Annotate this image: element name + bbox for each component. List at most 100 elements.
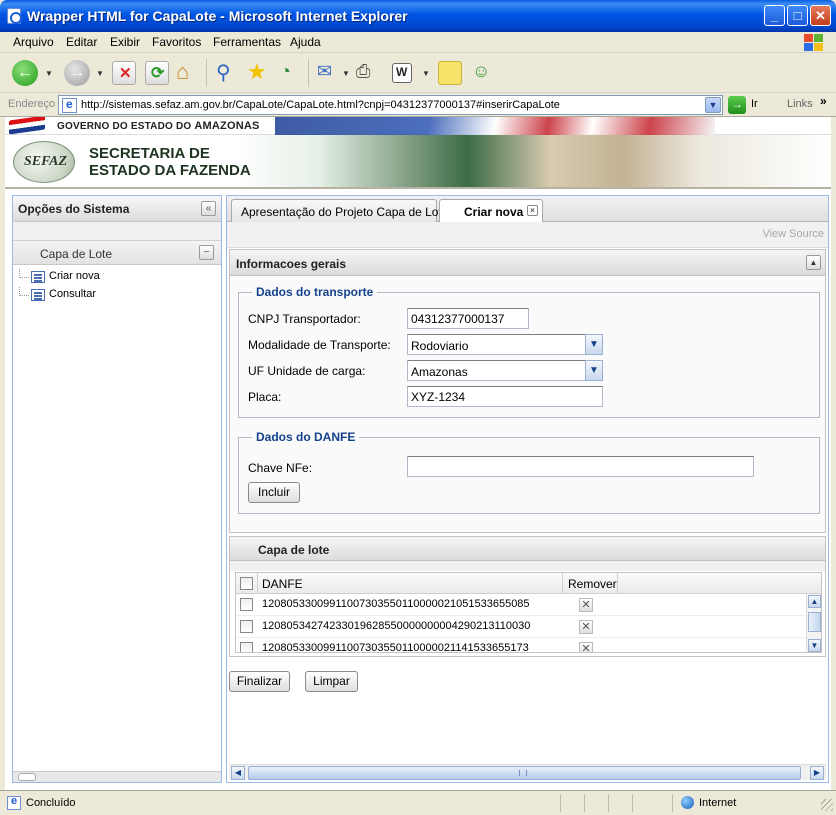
limpar-button[interactable]: Limpar xyxy=(305,671,358,692)
chevron-down-icon[interactable]: ▼ xyxy=(585,334,603,355)
edit-icon[interactable]: W xyxy=(392,63,412,83)
menu-ferramentas[interactable]: Ferramentas xyxy=(213,35,281,49)
table-row[interactable]: 1208053300991100730355011000002114153365… xyxy=(236,638,806,652)
sefaz-banner: SEFAZ SECRETARIA DE ESTADO DA FAZENDA xyxy=(5,135,831,189)
address-label: Endereço xyxy=(8,98,56,110)
remove-icon[interactable]: ✕ xyxy=(579,642,593,652)
panel-title: Informacoes gerais xyxy=(236,257,347,271)
forward-dropdown-icon[interactable]: ▼ xyxy=(96,69,104,78)
print-icon[interactable]: ⎙ xyxy=(355,61,379,85)
menu-exibir[interactable]: Exibir xyxy=(110,35,140,49)
menu-favoritos[interactable]: Favoritos xyxy=(152,35,201,49)
notes-icon[interactable] xyxy=(438,61,462,85)
links-label[interactable]: Links xyxy=(787,98,813,110)
scroll-right-icon[interactable]: ▶ xyxy=(810,766,824,780)
search-icon[interactable]: ⚲ xyxy=(214,61,238,85)
government-banner: GOVERNO DO ESTADO DO AMAZONAS xyxy=(5,117,831,135)
back-icon[interactable]: ← xyxy=(12,60,38,86)
title-bar: Wrapper HTML for CapaLote - Microsoft In… xyxy=(0,0,836,32)
tab-criar-nova[interactable]: Criar nova × xyxy=(439,199,543,223)
row-checkbox[interactable] xyxy=(240,598,253,611)
incluir-button[interactable]: Incluir xyxy=(248,482,300,503)
mail-icon[interactable]: ✉ xyxy=(316,61,340,85)
collapse-panel-icon[interactable]: ▲ xyxy=(806,255,821,270)
forward-icon[interactable]: → xyxy=(64,60,90,86)
finalizar-button[interactable]: Finalizar xyxy=(229,671,290,692)
page-status-icon xyxy=(7,795,21,810)
address-dropdown-icon[interactable]: ▼ xyxy=(705,97,721,113)
danfe-column-header[interactable]: DANFE xyxy=(258,573,563,594)
remover-column-header[interactable]: Remover xyxy=(563,573,618,594)
menu-bar: Arquivo Editar Exibir Favoritos Ferramen… xyxy=(0,32,836,53)
placa-input[interactable] xyxy=(407,386,603,407)
window-title: Wrapper HTML for CapaLote - Microsoft In… xyxy=(27,8,408,24)
table-row[interactable]: 1208053427423301962855000000000429021311… xyxy=(236,616,806,638)
address-field[interactable]: http://sistemas.sefaz.am.gov.br/CapaLote… xyxy=(58,95,723,115)
stop-icon[interactable]: ✕ xyxy=(112,61,136,85)
chevron-right-icon[interactable]: » xyxy=(820,94,827,108)
back-dropdown-icon[interactable]: ▼ xyxy=(45,69,53,78)
go-button[interactable]: Ir xyxy=(751,98,758,110)
view-source-link[interactable]: View Source xyxy=(762,228,824,240)
maximize-button[interactable]: □ xyxy=(787,5,808,26)
scroll-left-icon[interactable]: ◀ xyxy=(231,766,245,780)
status-bar: Concluído Internet xyxy=(0,790,836,815)
favorites-icon[interactable]: ★ xyxy=(246,59,270,85)
close-tab-icon[interactable]: × xyxy=(527,205,538,216)
collapse-sidebar-icon[interactable]: « xyxy=(201,201,216,216)
scroll-thumb[interactable] xyxy=(248,766,801,780)
main-panel: Apresentação do Projeto Capa de Lote Cri… xyxy=(226,195,829,783)
page-icon xyxy=(62,97,77,113)
menu-ajuda[interactable]: Ajuda xyxy=(290,35,321,49)
go-arrow-icon[interactable]: → xyxy=(728,96,746,114)
scroll-thumb[interactable] xyxy=(808,612,821,632)
remove-icon[interactable]: ✕ xyxy=(579,620,593,634)
menu-editar[interactable]: Editar xyxy=(66,35,97,49)
remove-icon[interactable]: ✕ xyxy=(579,598,593,612)
sidebar-section-header[interactable]: Capa de Lote − xyxy=(13,241,221,265)
modalidade-select[interactable]: Rodoviario ▼ xyxy=(407,334,603,355)
minimize-button[interactable]: _ xyxy=(764,5,785,26)
refresh-icon[interactable]: ⟳ xyxy=(145,61,169,85)
tab-apresentacao[interactable]: Apresentação do Projeto Capa de Lote xyxy=(231,199,448,222)
home-icon[interactable]: ⌂ xyxy=(175,59,199,85)
chave-nfe-input[interactable] xyxy=(407,456,754,477)
sidebar-scrollbar[interactable] xyxy=(13,771,221,782)
amazonas-flag-icon xyxy=(9,117,45,135)
chevron-down-icon[interactable]: ▼ xyxy=(585,360,603,381)
grid-vertical-scrollbar[interactable]: ▲ ▼ xyxy=(806,594,821,652)
toolbar-separator xyxy=(206,59,207,87)
row-checkbox[interactable] xyxy=(240,642,253,652)
informacoes-gerais-panel: Informacoes gerais ▲ Dados do transporte… xyxy=(229,249,826,533)
mail-dropdown-icon[interactable]: ▼ xyxy=(342,69,350,78)
sidebar-item-consultar[interactable]: Consultar xyxy=(19,287,139,304)
scroll-up-icon[interactable]: ▲ xyxy=(808,595,821,608)
sidebar-item-label: Criar nova xyxy=(49,270,100,282)
sidebar-item-label: Consultar xyxy=(49,288,97,300)
placa-label: Placa: xyxy=(248,390,282,404)
cnpj-input[interactable] xyxy=(407,308,529,329)
cnpj-label: CNPJ Transportador: xyxy=(248,312,361,326)
sefaz-logo: SEFAZ xyxy=(13,141,75,183)
toolbar-separator xyxy=(308,59,309,87)
horizontal-scrollbar[interactable]: ◀ ▶ xyxy=(229,764,826,780)
resize-grip-icon[interactable] xyxy=(821,799,833,811)
collapse-section-icon[interactable]: − xyxy=(199,245,214,260)
ie-icon xyxy=(7,8,22,24)
select-all-checkbox[interactable] xyxy=(240,577,253,590)
edit-dropdown-icon[interactable]: ▼ xyxy=(422,69,430,78)
sidebar-item-criar-nova[interactable]: Criar nova xyxy=(19,269,139,286)
row-checkbox[interactable] xyxy=(240,620,253,633)
uf-select[interactable]: Amazonas ▼ xyxy=(407,360,603,381)
transporte-legend: Dados do transporte xyxy=(256,285,374,299)
address-url[interactable]: http://sistemas.sefaz.am.gov.br/CapaLote… xyxy=(81,99,560,111)
banner-title: SECRETARIA DE ESTADO DA FAZENDA xyxy=(89,145,251,179)
table-row[interactable]: 1208053300991100730355011000002105153365… xyxy=(236,594,806,616)
history-icon[interactable]: ◔ xyxy=(278,61,302,85)
scroll-down-icon[interactable]: ▼ xyxy=(808,639,821,652)
close-button[interactable]: ✕ xyxy=(810,5,831,26)
menu-arquivo[interactable]: Arquivo xyxy=(13,35,54,49)
messenger-icon[interactable]: ☺ xyxy=(470,61,494,85)
view-source-bar: View Source xyxy=(227,222,828,248)
toolbar: ← ▼ → ▼ ✕ ⟳ ⌂ ⚲ ★ ◔ ✉ ▼ ⎙ W ▼ ☺ xyxy=(0,53,836,93)
